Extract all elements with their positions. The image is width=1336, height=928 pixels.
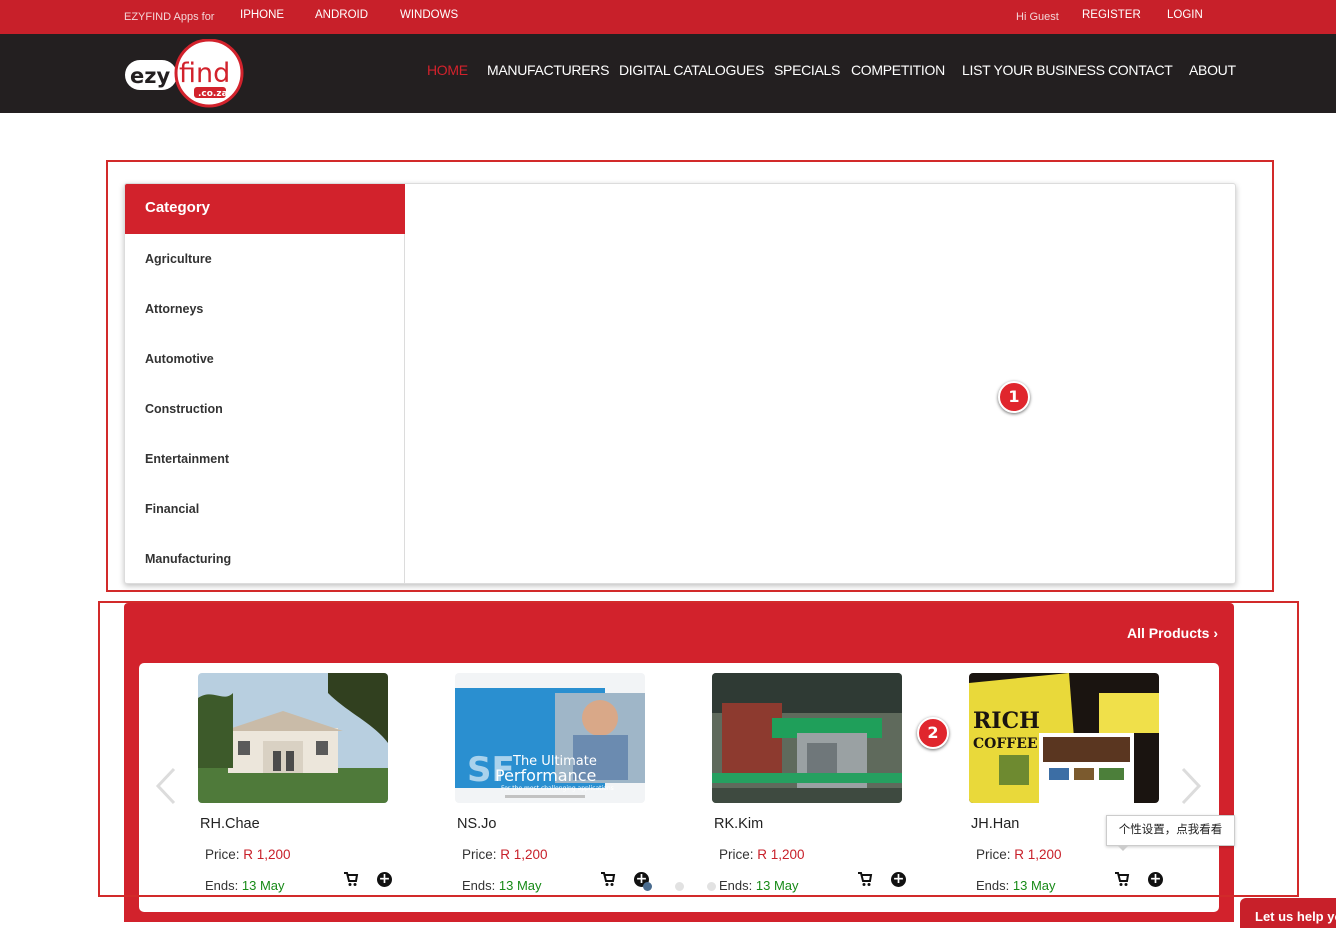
highlight-box-1 — [106, 160, 1274, 592]
nav-home[interactable]: HOME — [427, 62, 468, 78]
login-link[interactable]: LOGIN — [1167, 9, 1203, 21]
svg-text:.co.za: .co.za — [198, 89, 228, 99]
marker-1: 1 — [998, 381, 1030, 413]
ezyfind-logo[interactable]: ezy find .co.za — [124, 38, 246, 109]
marker-2: 2 — [917, 717, 949, 749]
svg-text:find: find — [179, 58, 230, 89]
nav-contact[interactable]: CONTACT — [1108, 62, 1173, 78]
register-link[interactable]: REGISTER — [1082, 9, 1141, 21]
apps-label: EZYFIND Apps for — [124, 11, 215, 23]
nav-competition[interactable]: COMPETITION — [851, 62, 945, 78]
windows-link[interactable]: WINDOWS — [400, 9, 458, 21]
android-link[interactable]: ANDROID — [315, 9, 368, 21]
settings-tooltip[interactable]: 个性设置，点我看看 — [1106, 815, 1235, 851]
iphone-link[interactable]: IPHONE — [240, 9, 284, 21]
highlight-box-2 — [98, 601, 1299, 897]
nav-about[interactable]: ABOUT — [1189, 62, 1236, 78]
guest-greeting: Hi Guest — [1016, 11, 1059, 23]
nav-digital-catalogues[interactable]: DIGITAL CATALOGUES — [619, 62, 764, 78]
help-button[interactable]: Let us help you — [1240, 898, 1336, 928]
nav-list-your-business[interactable]: LIST YOUR BUSINESS — [962, 62, 1105, 78]
nav-specials[interactable]: SPECIALS — [774, 62, 840, 78]
nav-manufacturers[interactable]: MANUFACTURERS — [487, 62, 609, 78]
top-bar: EZYFIND Apps for IPHONE ANDROID WINDOWS … — [0, 0, 1336, 34]
main-header: ezy find .co.za HOME MANUFACTURERS DIGIT… — [0, 34, 1336, 113]
svg-text:ezy: ezy — [130, 64, 170, 88]
